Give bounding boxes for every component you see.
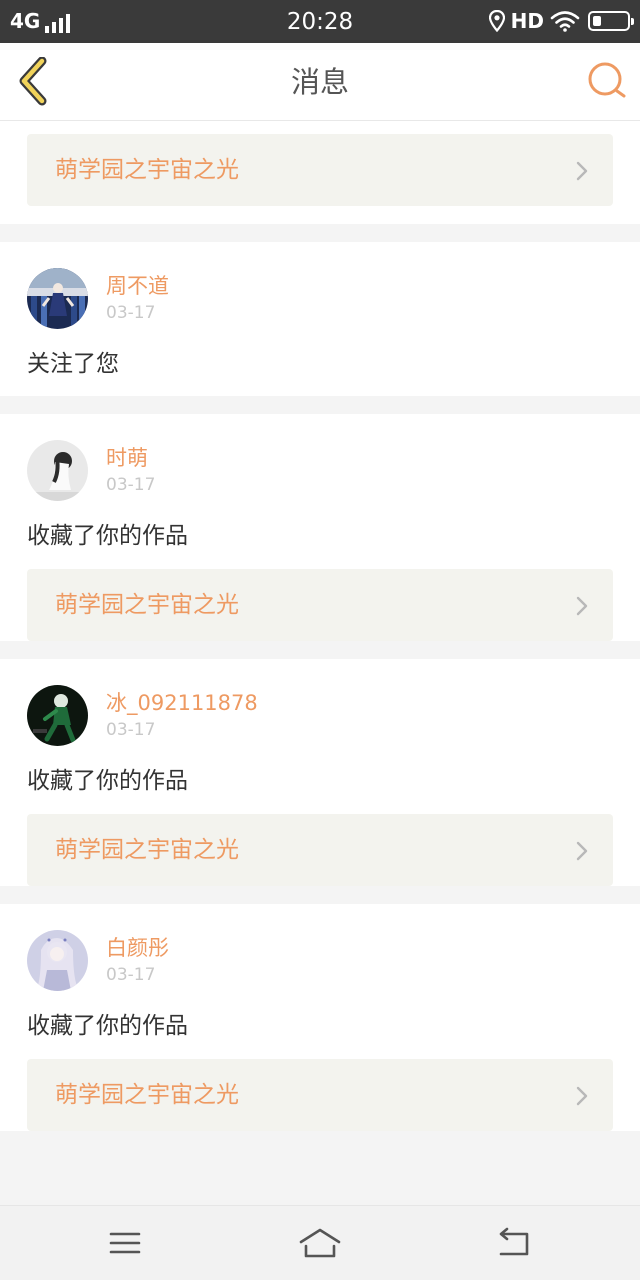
message-user[interactable]: 冰_092111878 03-17 xyxy=(27,659,613,746)
system-nav-bar xyxy=(0,1205,640,1280)
location-icon xyxy=(488,10,505,32)
chevron-right-icon xyxy=(576,596,588,616)
message-user[interactable]: 周不道 03-17 xyxy=(27,242,613,329)
message-card: 周不道 03-17 关注了您 xyxy=(0,242,640,396)
avatar[interactable] xyxy=(27,930,88,991)
username[interactable]: 周不道 xyxy=(106,272,169,300)
avatar[interactable] xyxy=(27,440,88,501)
username[interactable]: 白颜彤 xyxy=(106,934,169,962)
status-icons: HD xyxy=(488,9,634,33)
message-date: 03-17 xyxy=(106,720,156,740)
message-user[interactable]: 白颜彤 03-17 xyxy=(27,904,613,991)
chevron-right-icon xyxy=(576,841,588,861)
message-card: 冰_092111878 03-17 收藏了你的作品 萌学园之宇宙之光 xyxy=(0,659,640,886)
message-action: 收藏了你的作品 xyxy=(27,1013,188,1039)
message-action: 收藏了你的作品 xyxy=(27,768,188,794)
work-link[interactable]: 萌学园之宇宙之光 xyxy=(27,814,613,886)
message-date: 03-17 xyxy=(106,965,156,985)
message-card-partial: 萌学园之宇宙之光 xyxy=(0,121,640,224)
work-title: 萌学园之宇宙之光 xyxy=(55,157,239,183)
work-title: 萌学园之宇宙之光 xyxy=(55,592,239,618)
message-card: 时萌 03-17 收藏了你的作品 萌学园之宇宙之光 xyxy=(0,414,640,641)
user-meta: 白颜彤 03-17 xyxy=(106,934,169,987)
message-date: 03-17 xyxy=(106,303,156,323)
app-header: 消息 xyxy=(0,43,640,121)
message-date: 03-17 xyxy=(106,475,156,495)
chevron-right-icon xyxy=(576,161,588,181)
work-title: 萌学园之宇宙之光 xyxy=(55,1082,239,1108)
work-link[interactable]: 萌学园之宇宙之光 xyxy=(27,1059,613,1131)
username[interactable]: 时萌 xyxy=(106,444,155,472)
work-link[interactable]: 萌学园之宇宙之光 xyxy=(27,134,613,206)
battery-level xyxy=(593,16,601,26)
avatar[interactable] xyxy=(27,685,88,746)
avatar[interactable] xyxy=(27,268,88,329)
message-card: 白颜彤 03-17 收藏了你的作品 萌学园之宇宙之光 xyxy=(0,904,640,1131)
search-button[interactable] xyxy=(586,59,628,101)
page-title: 消息 xyxy=(290,65,349,99)
user-meta: 周不道 03-17 xyxy=(106,272,169,325)
back-icon[interactable] xyxy=(493,1226,537,1260)
user-meta: 时萌 03-17 xyxy=(106,444,155,497)
message-user[interactable]: 时萌 03-17 xyxy=(27,414,613,501)
chevron-right-icon xyxy=(576,1086,588,1106)
message-action: 收藏了你的作品 xyxy=(27,523,188,549)
work-link[interactable]: 萌学园之宇宙之光 xyxy=(27,569,613,641)
message-list: 萌学园之宇宙之光 周不道 03-17 关注了您 时萌 03-17 收藏了你的作品… xyxy=(0,121,640,1149)
message-action: 关注了您 xyxy=(27,351,119,377)
status-bar: 4G 20:28 HD xyxy=(0,0,640,43)
wifi-icon xyxy=(550,11,580,32)
work-title: 萌学园之宇宙之光 xyxy=(55,837,239,863)
home-icon[interactable] xyxy=(298,1226,342,1260)
user-meta: 冰_092111878 03-17 xyxy=(106,689,258,742)
battery-icon xyxy=(588,11,634,31)
menu-icon[interactable] xyxy=(103,1226,147,1260)
hd-indicator: HD xyxy=(510,9,544,33)
username[interactable]: 冰_092111878 xyxy=(106,689,258,717)
